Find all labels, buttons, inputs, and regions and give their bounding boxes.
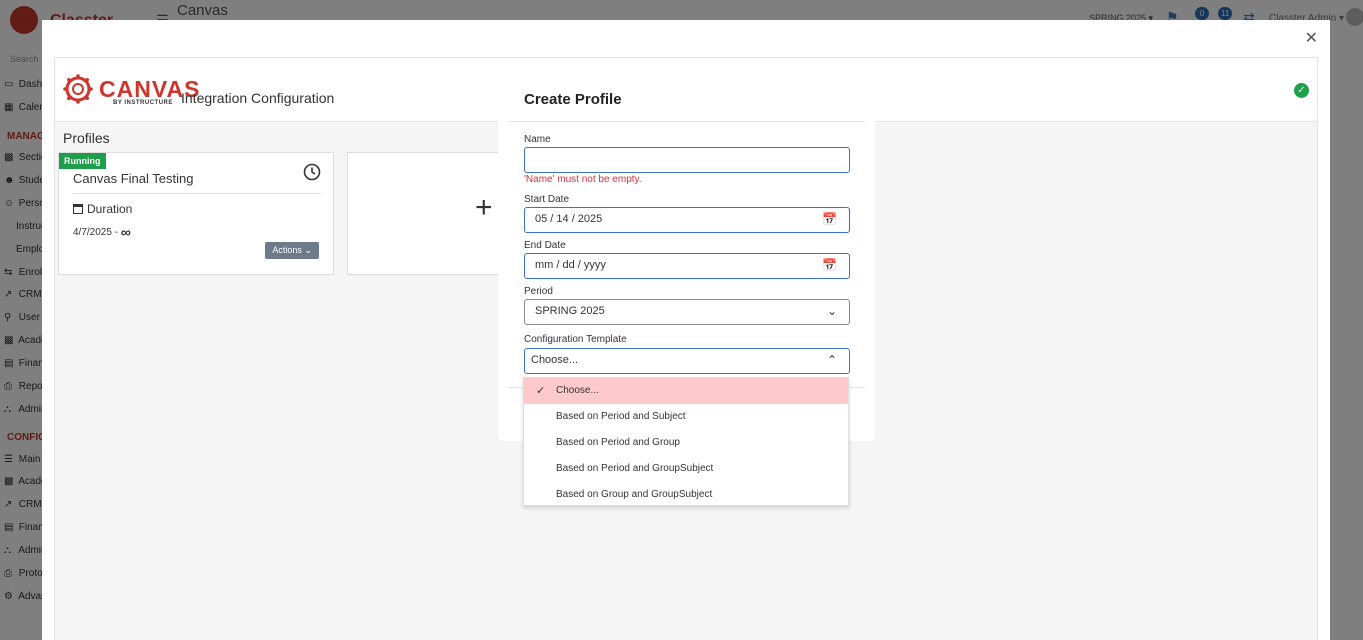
dropdown-option[interactable]: Based on Period and Subject [524,404,848,430]
start-date-value: 05 / 14 / 2025 [535,213,603,225]
check-icon: ✓ [536,385,546,397]
option-label: Choose... [556,385,599,396]
duration-row: Duration [73,202,132,216]
canvas-logo-icon [63,74,93,104]
duration-dates: 4/7/2025 - ∞ [73,224,131,240]
profiles-heading: Profiles [63,130,110,146]
status-badge: Running [59,153,106,169]
name-field[interactable] [524,147,850,173]
divider [73,193,321,194]
actions-button[interactable]: Actions ⌄ [265,242,319,259]
template-dropdown: ✓ Choose... Based on Period and Subject … [523,377,849,506]
chevron-down-icon: ⌄ [826,304,837,318]
period-select[interactable]: SPRING 2025 ⌄ [524,299,850,325]
dropdown-option[interactable]: ✓ Choose... [524,378,848,404]
template-select-value: Choose... [531,354,579,366]
close-icon[interactable]: ✕ [1305,28,1318,48]
end-date-value: mm / dd / yyyy [535,259,606,271]
duration-label: Duration [87,202,133,216]
start-date-label: Start Date [524,194,570,205]
dropdown-option[interactable]: Based on Period and Group [524,430,848,456]
option-label: Based on Group and GroupSubject [556,489,713,500]
template-select[interactable]: Choose... ⌃ [524,348,850,374]
calendar-icon[interactable]: 📅 [822,208,837,231]
dropdown-option[interactable]: Based on Group and GroupSubject [524,482,848,508]
name-error: 'Name' must not be empty. [524,174,642,185]
period-select-value: SPRING 2025 [535,305,605,317]
plus-icon: + [475,191,493,224]
infinity-icon: ∞ [120,224,131,240]
option-label: Based on Period and GroupSubject [556,463,714,474]
integration-title: Integration Configuration [181,90,335,106]
option-label: Based on Period and Group [556,437,680,448]
chevron-down-icon: ⌄ [304,245,312,255]
name-label: Name [524,134,551,145]
period-label: Period [524,286,553,297]
profile-name: Canvas Final Testing [73,171,194,186]
start-date: 4/7/2025 - [73,227,119,238]
profile-card: Running Canvas Final Testing Duration 4/… [58,152,334,275]
chevron-up-icon: ⌃ [826,353,837,367]
option-label: Based on Period and Subject [556,411,686,422]
divider [508,121,865,122]
calendar-icon[interactable]: 📅 [822,254,837,277]
template-label: Configuration Template [524,334,627,345]
calendar-icon [73,204,83,214]
check-icon: ✓ [1294,83,1309,98]
canvas-subtitle: BY INSTRUCTURE [113,100,173,106]
dialog-title: Create Profile [524,91,622,108]
clock-icon [303,163,321,181]
start-date-field[interactable]: 05 / 14 / 2025 📅 [524,207,850,233]
actions-label: Actions [272,245,302,255]
end-date-field[interactable]: mm / dd / yyyy 📅 [524,253,850,279]
end-date-label: End Date [524,240,566,251]
dropdown-option[interactable]: Based on Period and GroupSubject [524,456,848,482]
